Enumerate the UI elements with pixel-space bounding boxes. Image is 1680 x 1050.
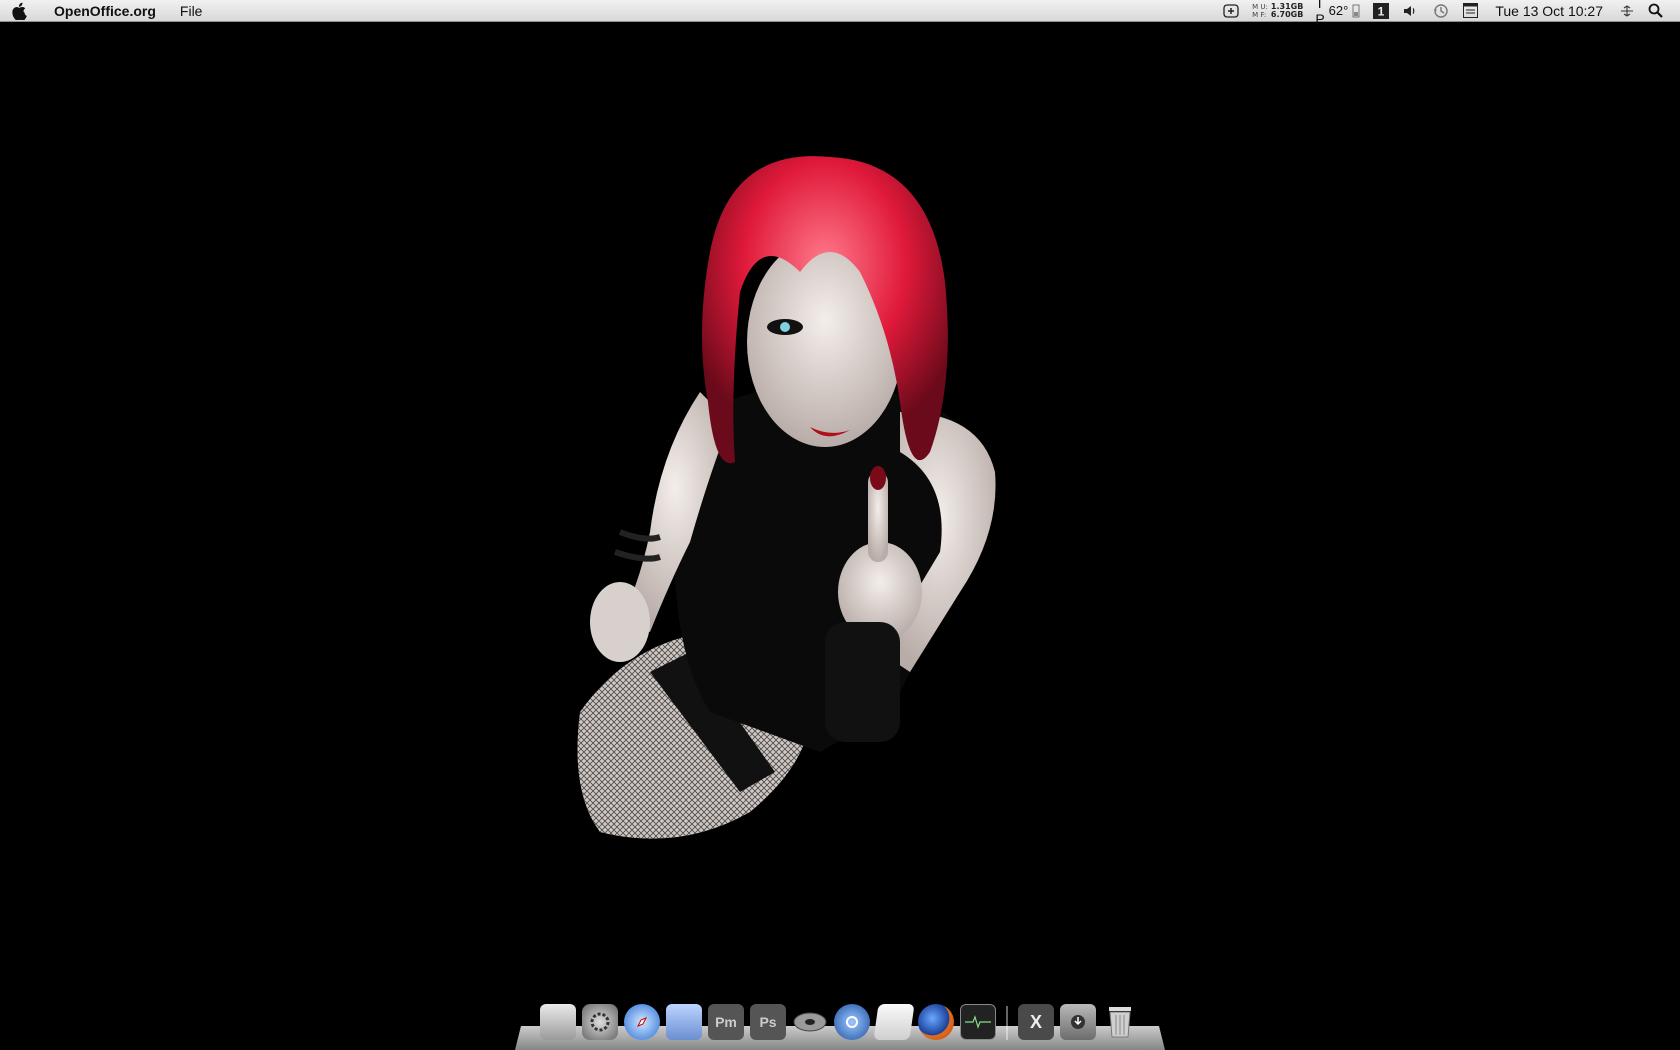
battery-gauge-icon (1352, 4, 1360, 17)
wallpaper-photo (577, 156, 996, 839)
system-preferences-icon[interactable] (582, 1004, 618, 1040)
time-machine-icon[interactable] (1426, 0, 1456, 21)
temp-label-bottom: P (1315, 10, 1325, 27)
menubar-clock[interactable]: Tue 13 Oct 10:27 (1485, 3, 1613, 19)
add-square-icon[interactable] (1216, 0, 1246, 21)
desktop-wallpaper (0, 22, 1680, 1050)
memory-free-value: 6.70GB (1270, 9, 1304, 19)
temperature-monitor[interactable]: T P 62° (1309, 0, 1366, 27)
photoshop-icon[interactable]: Ps (750, 1004, 786, 1040)
photoshop-elements-icon[interactable]: Pm (708, 1004, 744, 1040)
textedit-icon[interactable] (873, 1004, 915, 1040)
bluetooth-icon[interactable] (1613, 0, 1641, 21)
dock: Pm Ps X (515, 1000, 1165, 1050)
spaces-icon[interactable]: 1 (1366, 0, 1396, 21)
calendar-icon[interactable] (1456, 0, 1485, 21)
dvd-icon[interactable] (792, 1004, 828, 1040)
trash-icon[interactable] (1102, 1004, 1138, 1040)
spotlight-search-icon[interactable] (1641, 0, 1670, 21)
x11-icon[interactable]: X (1018, 1004, 1054, 1040)
menu-bar: OpenOffice.org File M U: M F: 1.31GB 6.7… (0, 0, 1680, 27)
app-name-menu[interactable]: OpenOffice.org (40, 3, 168, 19)
menu-file[interactable]: File (168, 3, 215, 19)
temp-label-top: T (1315, 0, 1324, 11)
firefox-icon[interactable] (918, 1004, 954, 1040)
temperature-value: 62° (1328, 3, 1349, 18)
downloads-icon[interactable] (1060, 1004, 1096, 1040)
memory-label-used: M U: (1252, 2, 1268, 11)
volume-icon[interactable] (1396, 0, 1426, 21)
apple-icon[interactable] (0, 2, 40, 20)
finder-icon[interactable] (540, 1004, 576, 1040)
svg-text:1: 1 (1378, 4, 1385, 18)
quicktime-icon[interactable] (834, 1004, 870, 1040)
safari-icon[interactable] (624, 1004, 660, 1040)
activity-monitor-icon[interactable] (960, 1004, 996, 1040)
dock-separator (1006, 1006, 1008, 1040)
mail-icon[interactable] (666, 1004, 702, 1040)
memory-monitor[interactable]: M U: M F: 1.31GB 6.70GB (1246, 2, 1309, 19)
memory-label-free: M F: (1252, 10, 1267, 19)
